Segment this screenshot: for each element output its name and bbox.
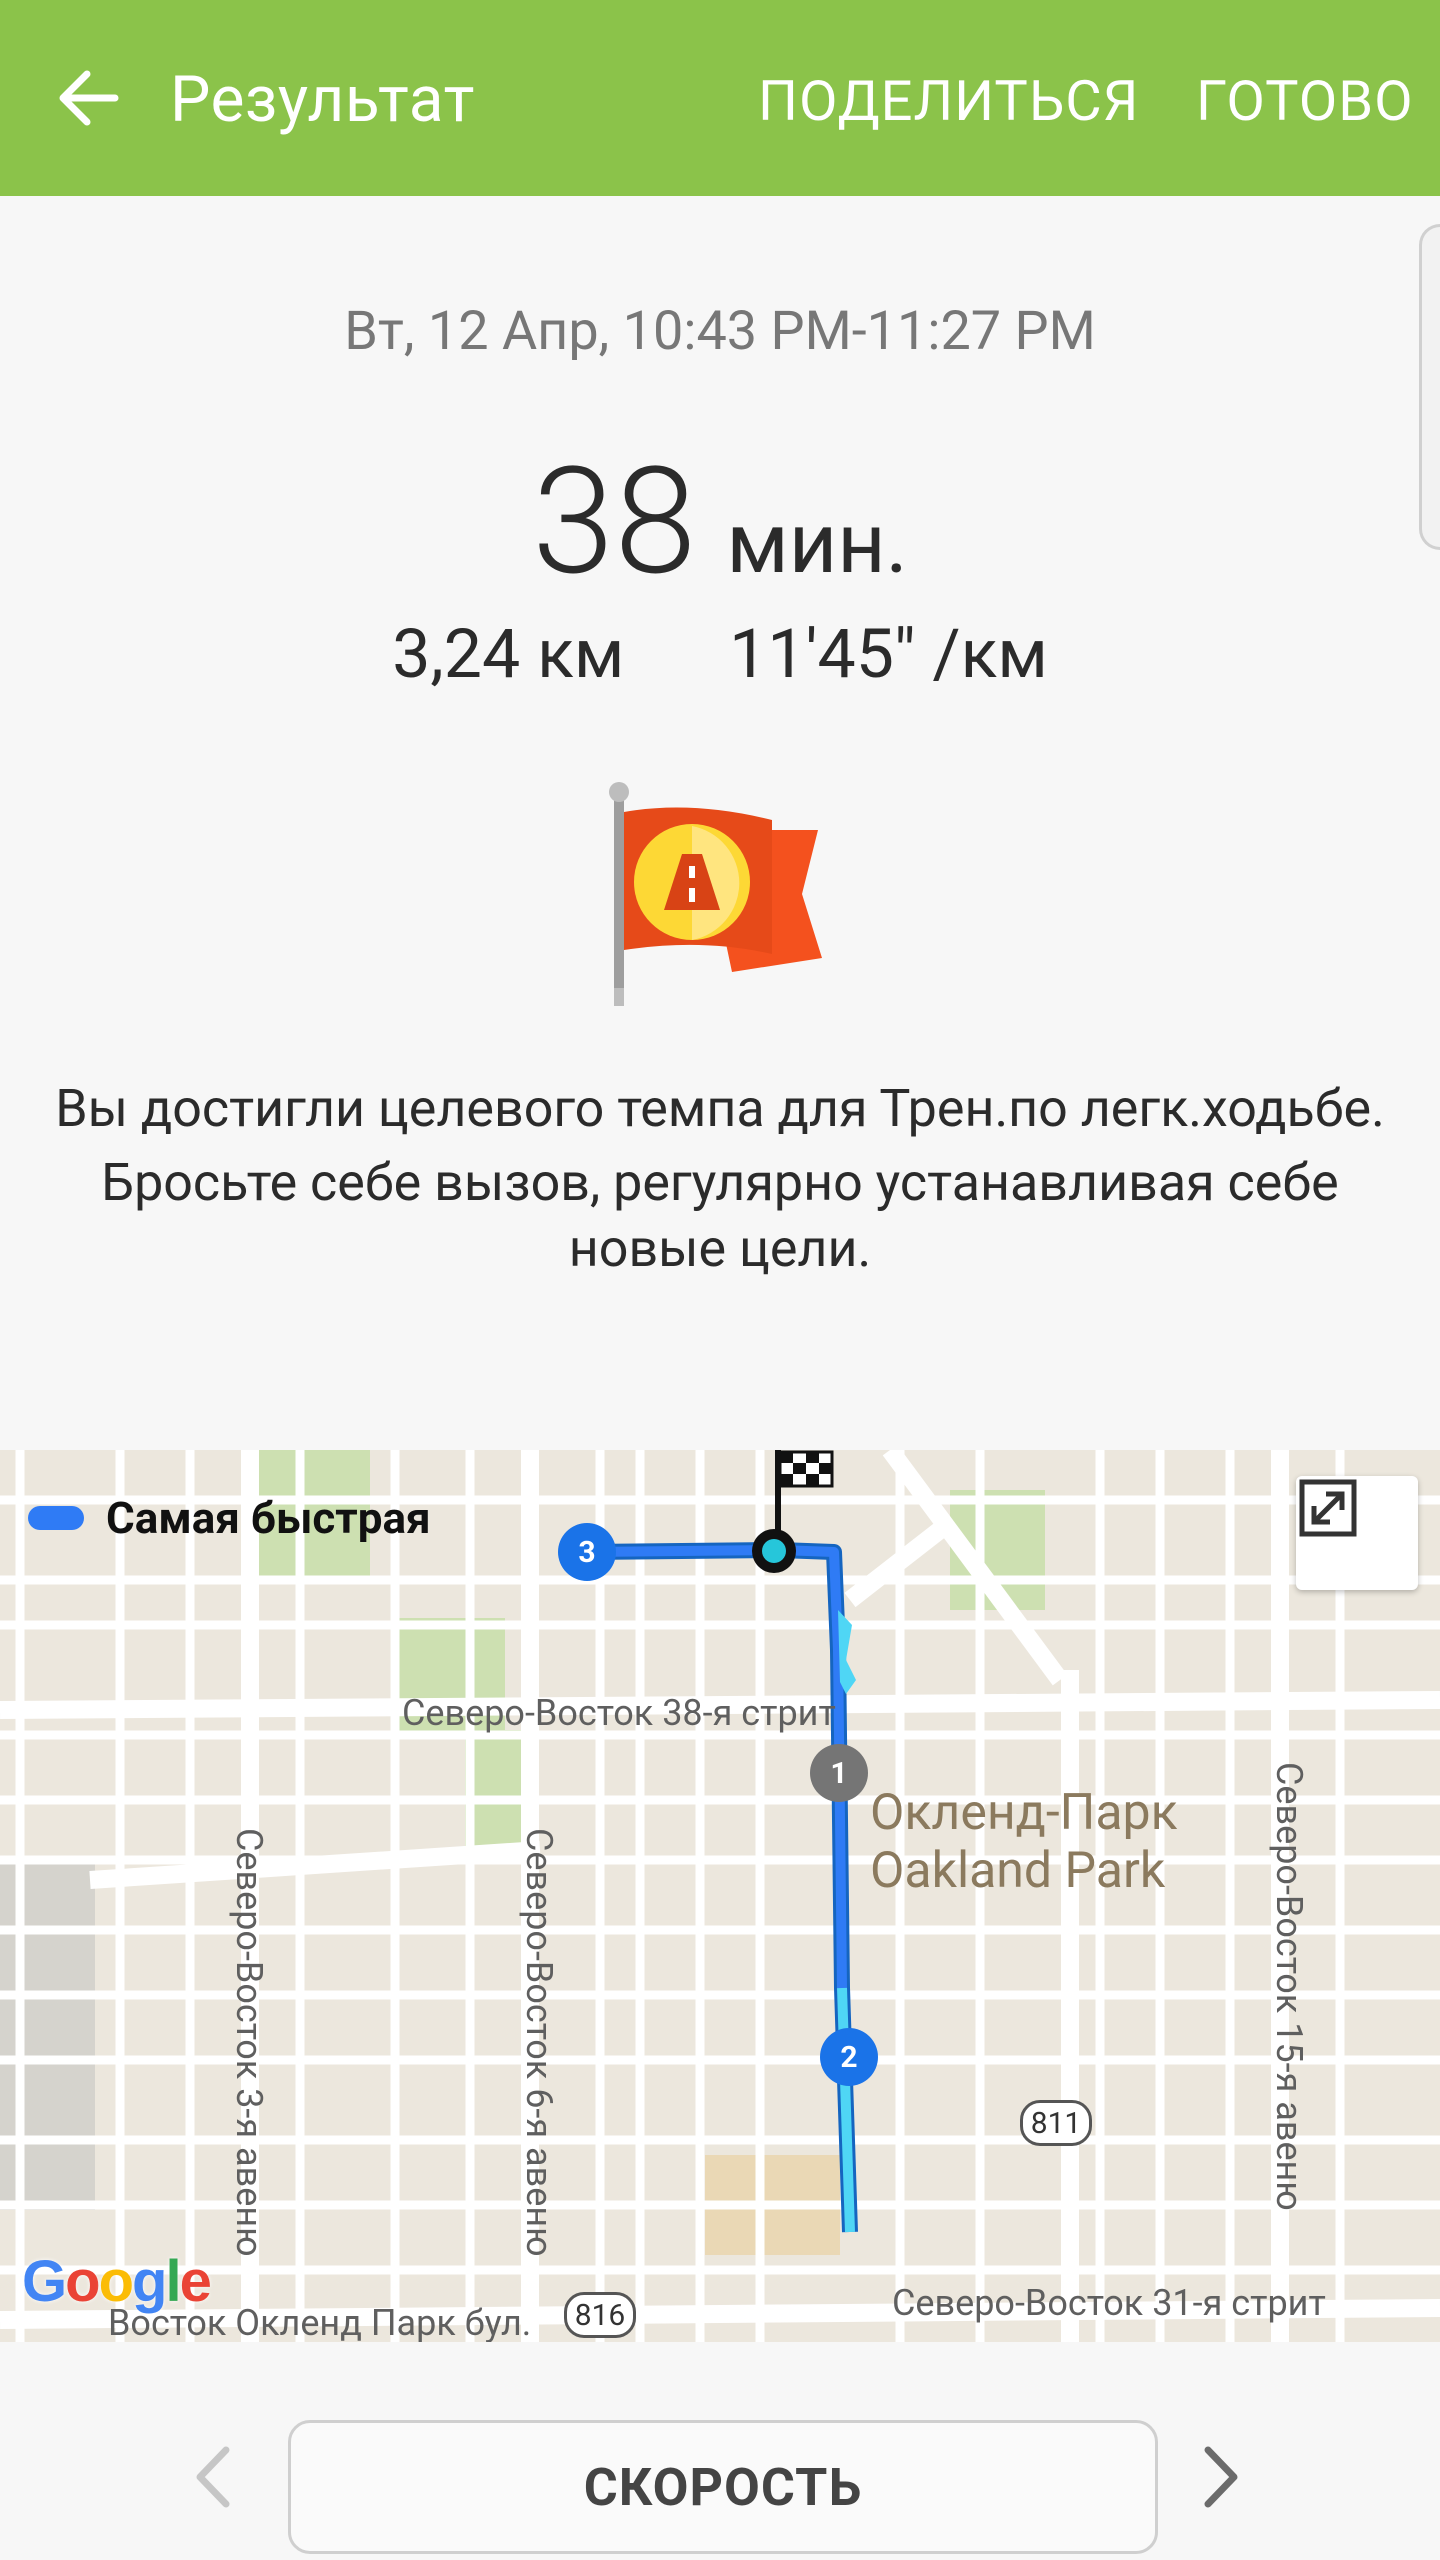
- street-label-ne31: Северо-Восток 31-я стрит: [892, 2282, 1326, 2324]
- route-shield-811: 811: [1020, 2100, 1092, 2146]
- expand-map-button[interactable]: [1296, 1476, 1418, 1590]
- workout-stats: 3,24 км 11'45" /км: [0, 614, 1440, 694]
- area-label-oakland-park: Окленд-Парк Oakland Park: [870, 1784, 1178, 1900]
- route-legend: Самая быстрая: [28, 1492, 431, 1544]
- achievement-message: Вы достигли целевого темпа для Трен.по л…: [40, 1076, 1400, 1282]
- street-label-ne6ave: Северо-Восток 6-я авеню: [518, 1828, 560, 2257]
- achievement-line-1: Вы достигли целевого темпа для Трен.по л…: [55, 1078, 1385, 1139]
- route-marker-1[interactable]: 1: [810, 1744, 868, 1802]
- chevron-left-icon[interactable]: [188, 2442, 238, 2512]
- workout-duration: 38 мин.: [0, 436, 1440, 609]
- workout-datetime: Вт, 12 Апр, 10:43 PM-11:27 PM: [344, 300, 1096, 363]
- route-marker-3[interactable]: 3: [558, 1523, 616, 1581]
- achievement-line-2: Бросьте себе вызов, регулярно устанавлив…: [101, 1152, 1339, 1279]
- share-button[interactable]: ПОДЕЛИТЬСЯ: [758, 68, 1139, 134]
- google-logo: Google: [22, 2249, 212, 2314]
- target-pace-flag-icon: [609, 782, 822, 1006]
- duration-value: 38: [532, 436, 697, 609]
- expand-icon: [1299, 1479, 1357, 1537]
- pace-value: 11'45" /км: [729, 614, 1048, 694]
- chart-mode-selector: СКОРОСТЬ: [0, 2342, 1440, 2560]
- distance-value: 3,24 км: [392, 614, 625, 694]
- arrow-left-icon: [59, 70, 119, 126]
- duration-unit: мин.: [726, 494, 908, 593]
- route-marker-2[interactable]: 2: [820, 2028, 878, 2086]
- chevron-right-icon[interactable]: [1196, 2442, 1246, 2512]
- done-button[interactable]: ГОТОВО: [1196, 68, 1414, 134]
- map-tiles: [0, 1450, 1440, 2342]
- area-label-en: Oakland Park: [870, 1842, 1166, 1900]
- app-bar: Результат ПОДЕЛИТЬСЯ ГОТОВО: [0, 0, 1440, 196]
- legend-label: Самая быстрая: [106, 1492, 431, 1544]
- route-shield-816: 816: [564, 2292, 636, 2338]
- route-map[interactable]: Самая быстрая 1 2 3 Северо-Восток 38-я с…: [0, 1450, 1440, 2342]
- back-button[interactable]: [48, 58, 128, 138]
- street-label-ne38: Северо-Восток 38-я стрит: [402, 1692, 836, 1734]
- page-title: Результат: [170, 62, 475, 137]
- area-label-ru: Окленд-Парк: [870, 1784, 1178, 1842]
- legend-swatch: [28, 1506, 84, 1530]
- street-label-ne3ave: Северо-Восток 3-я авеню: [228, 1828, 270, 2257]
- speed-mode-button[interactable]: СКОРОСТЬ: [288, 2420, 1158, 2554]
- street-label-ne15ave: Северо-Восток 15-я авеню: [1268, 1762, 1310, 2211]
